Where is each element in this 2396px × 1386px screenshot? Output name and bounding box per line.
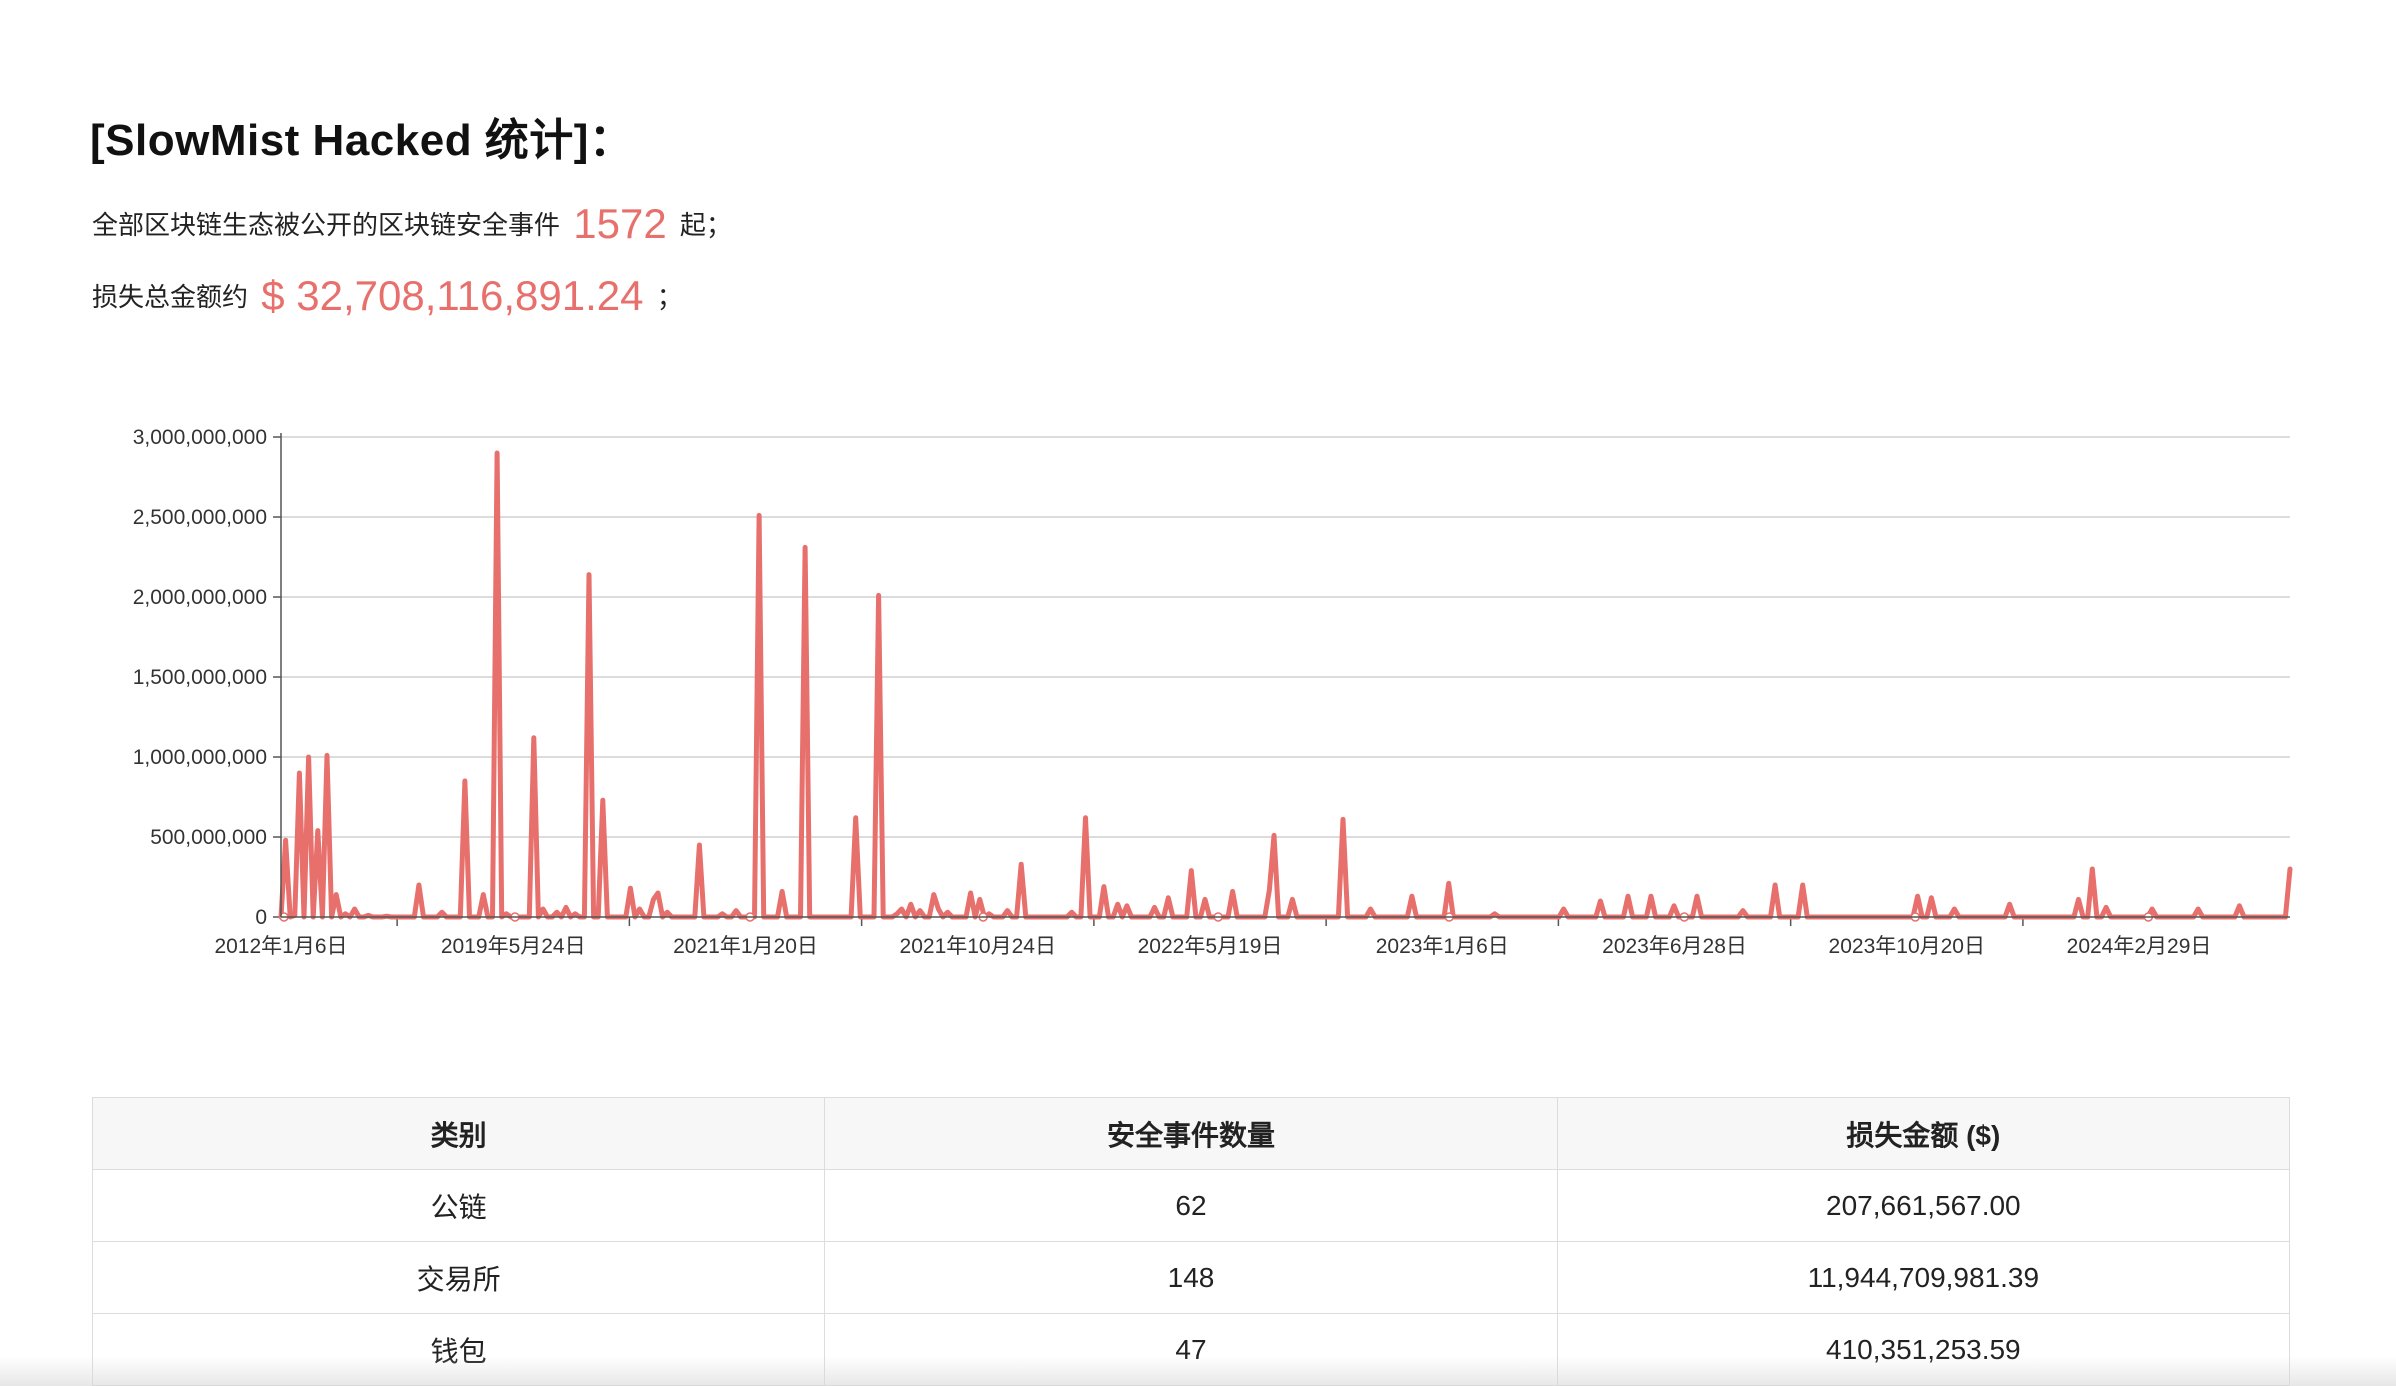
cell-category: 交易所	[91, 1241, 826, 1314]
y-tick-label: 2,500,000,000	[133, 506, 267, 529]
y-tick-label: 1,500,000,000	[133, 666, 267, 689]
x-tick-label: 2023年10月20日	[1829, 935, 1985, 958]
column-header-loss-amount[interactable]: 损失金额 ($)	[1556, 1097, 2291, 1170]
cell-loss-amount: 207,661,567.00	[1556, 1169, 2291, 1242]
event-count-line: 全部区块链生态被公开的区块链安全事件 1572 起；	[92, 200, 732, 248]
y-tick-label: 2,000,000,000	[133, 586, 267, 609]
x-axis-ticks: 2012年1月6日 2019年5月24日 2021年1月20日 2021年10月24日…	[214, 917, 2211, 958]
page-title: [SlowMist Hacked 统计]：	[90, 116, 634, 165]
loss-chart-svg[interactable]: 0 500,000,000 1,000,000,000 1,500,000,000 2,…	[0, 400, 2396, 980]
y-tick-label: 1,000,000,000	[133, 746, 267, 769]
cell-event-count: 62	[824, 1169, 1558, 1242]
x-tick-label: 2019年5月24日	[441, 935, 586, 958]
table-header-row: 类别 安全事件数量 损失金额 ($)	[91, 1097, 2291, 1170]
series-layer[interactable]	[278, 450, 2293, 922]
cell-event-count: 47	[824, 1313, 1558, 1386]
axis-lines	[280, 433, 2290, 918]
category-table: 类别 安全事件数量 损失金额 ($) 公链 62 207,661,567.00 …	[91, 1097, 2291, 1386]
x-tick-label: 2024年2月29日	[2067, 935, 2212, 958]
table-row: 公链 62 207,661,567.00	[91, 1169, 2291, 1242]
series-line[interactable]	[278, 450, 2293, 920]
loss-chart[interactable]: 0 500,000,000 1,000,000,000 1,500,000,000 2,…	[0, 400, 2396, 980]
cell-event-count: 148	[824, 1241, 1558, 1314]
cell-loss-amount: 410,351,253.59	[1556, 1313, 2291, 1386]
x-tick-label: 2021年10月24日	[900, 935, 1056, 958]
column-header-category[interactable]: 类别	[91, 1097, 826, 1170]
table-row: 交易所 148 11,944,709,981.39	[91, 1241, 2291, 1314]
grid-lines	[281, 436, 2290, 838]
total-loss-value: $ 32,708,116,891.24	[261, 272, 644, 319]
event-count-suffix: 起；	[679, 210, 732, 240]
x-tick-label: 2021年1月20日	[673, 935, 818, 958]
page: [SlowMist Hacked 统计]： 全部区块链生态被公开的区块链安全事件…	[0, 0, 2396, 1386]
y-tick-label: 0	[255, 906, 267, 929]
event-count-value: 1572	[573, 200, 667, 247]
x-tick-label: 2012年1月6日	[214, 935, 347, 958]
cell-category: 钱包	[91, 1313, 826, 1386]
table-row: 钱包 47 410,351,253.59	[91, 1313, 2291, 1386]
y-tick-label: 3,000,000,000	[133, 426, 267, 449]
y-tick-label: 500,000,000	[150, 826, 267, 849]
total-loss-line: 损失总金额约 $ 32,708,116,891.24 ；	[92, 272, 683, 320]
cell-category: 公链	[91, 1169, 826, 1242]
cell-loss-amount: 11,944,709,981.39	[1556, 1241, 2291, 1314]
y-axis-ticks: 0 500,000,000 1,000,000,000 1,500,000,000 2,…	[133, 426, 281, 929]
x-tick-label: 2023年1月6日	[1376, 935, 1509, 958]
total-loss-suffix: ；	[656, 282, 683, 312]
event-count-prefix: 全部区块链生态被公开的区块链安全事件	[92, 210, 561, 240]
total-loss-prefix: 损失总金额约	[92, 282, 249, 312]
x-tick-label: 2023年6月28日	[1602, 935, 1747, 958]
x-tick-label: 2022年5月19日	[1138, 935, 1283, 958]
column-header-event-count[interactable]: 安全事件数量	[824, 1097, 1558, 1170]
